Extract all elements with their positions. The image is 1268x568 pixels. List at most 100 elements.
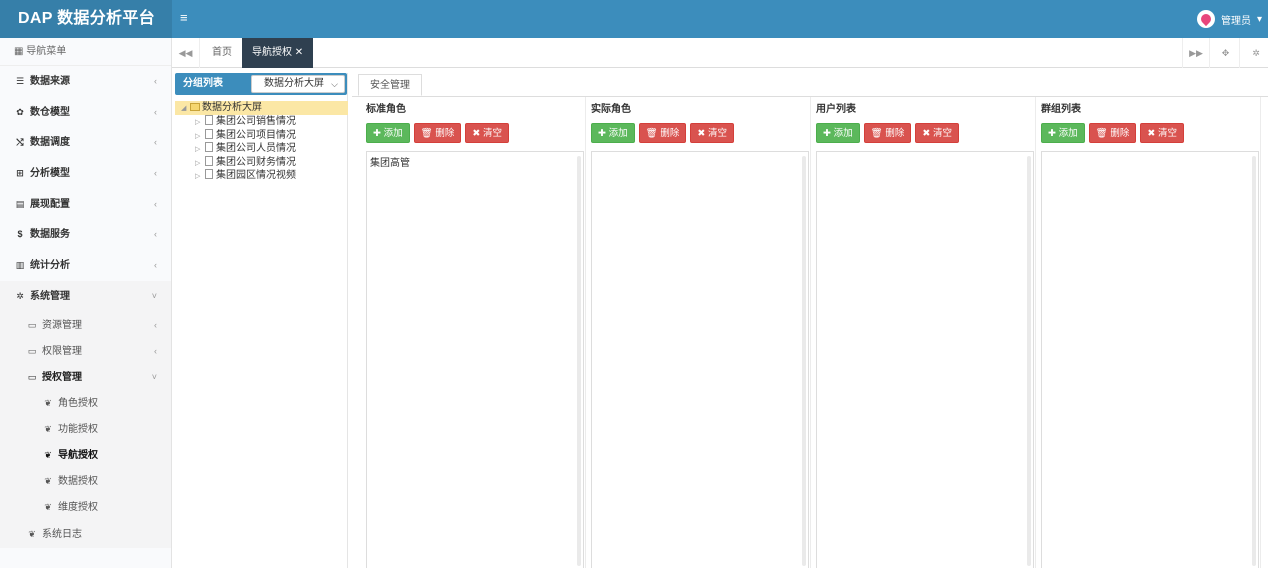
sidebar-item-dimension-auth[interactable]: ❦ 维度授权 <box>0 494 171 520</box>
sidebar-item-role-auth[interactable]: ❦ 角色授权 <box>0 390 171 416</box>
plus-icon: ✚ <box>823 128 831 139</box>
collapse-icon[interactable]: ▷ <box>195 157 203 171</box>
group-list[interactable] <box>1041 151 1259 568</box>
scrollbar[interactable] <box>802 156 806 566</box>
cubes-icon: ✿ <box>16 106 24 117</box>
actual-role-list[interactable] <box>591 151 809 568</box>
menu-toggle-icon[interactable]: ≡ <box>180 11 194 25</box>
sidebar-item-data-source[interactable]: ☰ 数据来源 ‹ <box>0 66 171 97</box>
group-select[interactable]: 数据分析大屏 ⌵ <box>251 75 345 93</box>
chevron-left-icon: ‹ <box>154 137 157 148</box>
add-button[interactable]: ✚ 添加 <box>591 123 635 143</box>
user-list[interactable] <box>816 151 1034 568</box>
standard-role-column: 标准角色 ✚ 添加 🗑 删除 ✖ 清空 集团高管 <box>366 97 586 568</box>
trash-icon: 🗑 <box>870 128 883 139</box>
folder-icon <box>190 103 200 111</box>
tab-home[interactable]: 首页 <box>202 38 242 68</box>
tree-node[interactable]: ▷ 集团公司人员情况 <box>175 142 347 156</box>
actual-role-column: 实际角色 ✚ 添加 🗑 删除 ✖ 清空 <box>591 97 811 568</box>
film-icon: ▤ <box>15 198 25 209</box>
list-item[interactable]: 集团高管 <box>370 154 580 169</box>
close-icon[interactable]: ✕ <box>295 47 303 58</box>
delete-button[interactable]: 🗑 删除 <box>638 123 687 143</box>
sidebar: ▦ 导航菜单 ☰ 数据来源 ‹ ✿ 数仓模型 ‹ ⤭ 数据调度 ‹ ⊞ 分析模型 ‹ ▤ 展现配置… <box>0 38 172 568</box>
chevron-left-icon: ‹ <box>154 198 157 209</box>
chevron-down-icon: ˅ <box>151 290 157 301</box>
close-icon: ✖ <box>922 128 931 139</box>
delete-button[interactable]: 🗑 删除 <box>1088 123 1137 143</box>
collapse-icon[interactable]: ▷ <box>195 116 203 130</box>
add-button[interactable]: ✚ 添加 <box>366 123 410 143</box>
fullscreen-icon[interactable]: ✥ <box>1212 38 1240 68</box>
sidebar-item-data-auth[interactable]: ❦ 数据授权 <box>0 468 171 494</box>
sidebar-item-function-auth[interactable]: ❦ 功能授权 <box>0 416 171 442</box>
tree-node[interactable]: ▷ 集团公司销售情况 <box>175 115 347 129</box>
group-list-column: 群组列表 ✚ 添加 🗑 删除 ✖ 清空 <box>1041 97 1261 568</box>
user-menu[interactable]: 管理员 ▾ <box>1196 9 1262 29</box>
tree-root[interactable]: ◢ 数据分析大屏 <box>175 101 348 115</box>
scrollbar[interactable] <box>1252 156 1256 566</box>
sidebar-item-data-service[interactable]: $ 数据服务 ‹ <box>0 219 171 250</box>
bar-chart-icon: ▥ <box>15 260 25 271</box>
delete-button[interactable]: 🗑 删除 <box>413 123 462 143</box>
leaf-icon: ❦ <box>44 397 52 408</box>
expand-icon[interactable]: ◢ <box>181 102 189 116</box>
column-title: 群组列表 <box>1041 104 1081 115</box>
leaf-icon: ❦ <box>44 475 52 486</box>
scrollbar[interactable] <box>1027 156 1031 566</box>
column-title: 实际角色 <box>591 104 631 115</box>
role-list[interactable]: 集团高管 <box>366 151 584 568</box>
clear-button[interactable]: ✖ 清空 <box>690 123 734 143</box>
tab-security[interactable]: 安全管理 <box>358 74 422 96</box>
tree-node[interactable]: ▷ 集团园区情况视频 <box>175 169 347 183</box>
sidebar-item-nav-auth[interactable]: ❦ 导航授权 <box>0 442 171 468</box>
sidebar-item-warehouse[interactable]: ✿ 数仓模型 ‹ <box>0 97 171 128</box>
leaf-icon: ❦ <box>44 449 52 460</box>
app-logo[interactable]: DAP 数据分析平台 <box>0 0 172 38</box>
clear-button[interactable]: ✖ 清空 <box>1140 123 1184 143</box>
group-title: 分组列表 <box>183 78 223 89</box>
close-icon: ✖ <box>472 128 481 139</box>
chevron-left-icon: ‹ <box>154 168 157 179</box>
add-button[interactable]: ✚ 添加 <box>1041 123 1085 143</box>
chevron-left-icon: ‹ <box>154 106 157 117</box>
document-icon <box>205 128 213 139</box>
close-icon: ✖ <box>697 128 706 139</box>
scroll-left-icon[interactable]: ◀◀ <box>172 38 200 68</box>
column-title: 标准角色 <box>366 104 406 115</box>
collapse-icon[interactable]: ▷ <box>195 170 203 184</box>
tree-node[interactable]: ▷ 集团公司财务情况 <box>175 155 347 171</box>
collapse-icon[interactable]: ▷ <box>195 130 203 144</box>
chevron-left-icon: ‹ <box>154 345 157 356</box>
dollar-icon: $ <box>17 229 23 240</box>
system-submenu: ▭ 资源管理 ‹ ▭ 权限管理 ‹ ▭ 授权管理 ˅ ❦ 角色授权 ❦ 功能授权 ❦ 导航授权 ❦… <box>0 311 171 548</box>
sidebar-header: ▦ 导航菜单 <box>0 38 171 66</box>
group-tree: ◢ 数据分析大屏 ▷ 集团公司销售情况 ▷ 集团公司项目情况 ▷ 集团公司人员情况 ▷ 集… <box>175 101 348 183</box>
gear-icon[interactable]: ✲ <box>1242 38 1268 68</box>
tree-node[interactable]: ▷ 集团公司项目情况 <box>175 128 347 144</box>
clear-button[interactable]: ✖ 清空 <box>915 123 959 143</box>
delete-button[interactable]: 🗑 删除 <box>863 123 912 143</box>
tab-nav-auth[interactable]: 导航授权 ✕ <box>242 38 314 68</box>
scroll-right-icon[interactable]: ▶▶ <box>1182 38 1210 68</box>
sidebar-item-display-config[interactable]: ▤ 展现配置 ‹ <box>0 189 171 220</box>
sidebar-item-system[interactable]: ✲ 系统管理 ˅ <box>0 280 171 312</box>
sidebar-item-analysis-model[interactable]: ⊞ 分析模型 ‹ <box>0 158 171 189</box>
sidebar-item-permission[interactable]: ▭ 权限管理 ‹ <box>0 338 171 364</box>
sidebar-item-schedule[interactable]: ⤭ 数据调度 ‹ <box>0 127 171 158</box>
add-button[interactable]: ✚ 添加 <box>816 123 860 143</box>
clear-button[interactable]: ✖ 清空 <box>465 123 509 143</box>
folder-open-icon: ▭ <box>27 371 37 382</box>
scrollbar[interactable] <box>577 156 581 566</box>
avatar <box>1196 10 1215 28</box>
sidebar-item-resource[interactable]: ▭ 资源管理 ‹ <box>0 312 171 338</box>
trash-icon: 🗑 <box>1095 128 1108 139</box>
sidebar-item-authorization[interactable]: ▭ 授权管理 ˅ <box>0 364 171 390</box>
chevron-left-icon: ‹ <box>154 260 157 271</box>
sidebar-item-system-log[interactable]: ❦ 系统日志 <box>0 520 171 548</box>
sidebar-item-statistics[interactable]: ▥ 统计分析 ‹ <box>0 250 171 281</box>
top-header: DAP 数据分析平台 ≡ 管理员 ▾ <box>0 0 1268 38</box>
collapse-icon[interactable]: ▷ <box>195 143 203 157</box>
chevron-left-icon: ‹ <box>154 76 157 86</box>
user-name: 管理员 <box>1220 15 1251 27</box>
